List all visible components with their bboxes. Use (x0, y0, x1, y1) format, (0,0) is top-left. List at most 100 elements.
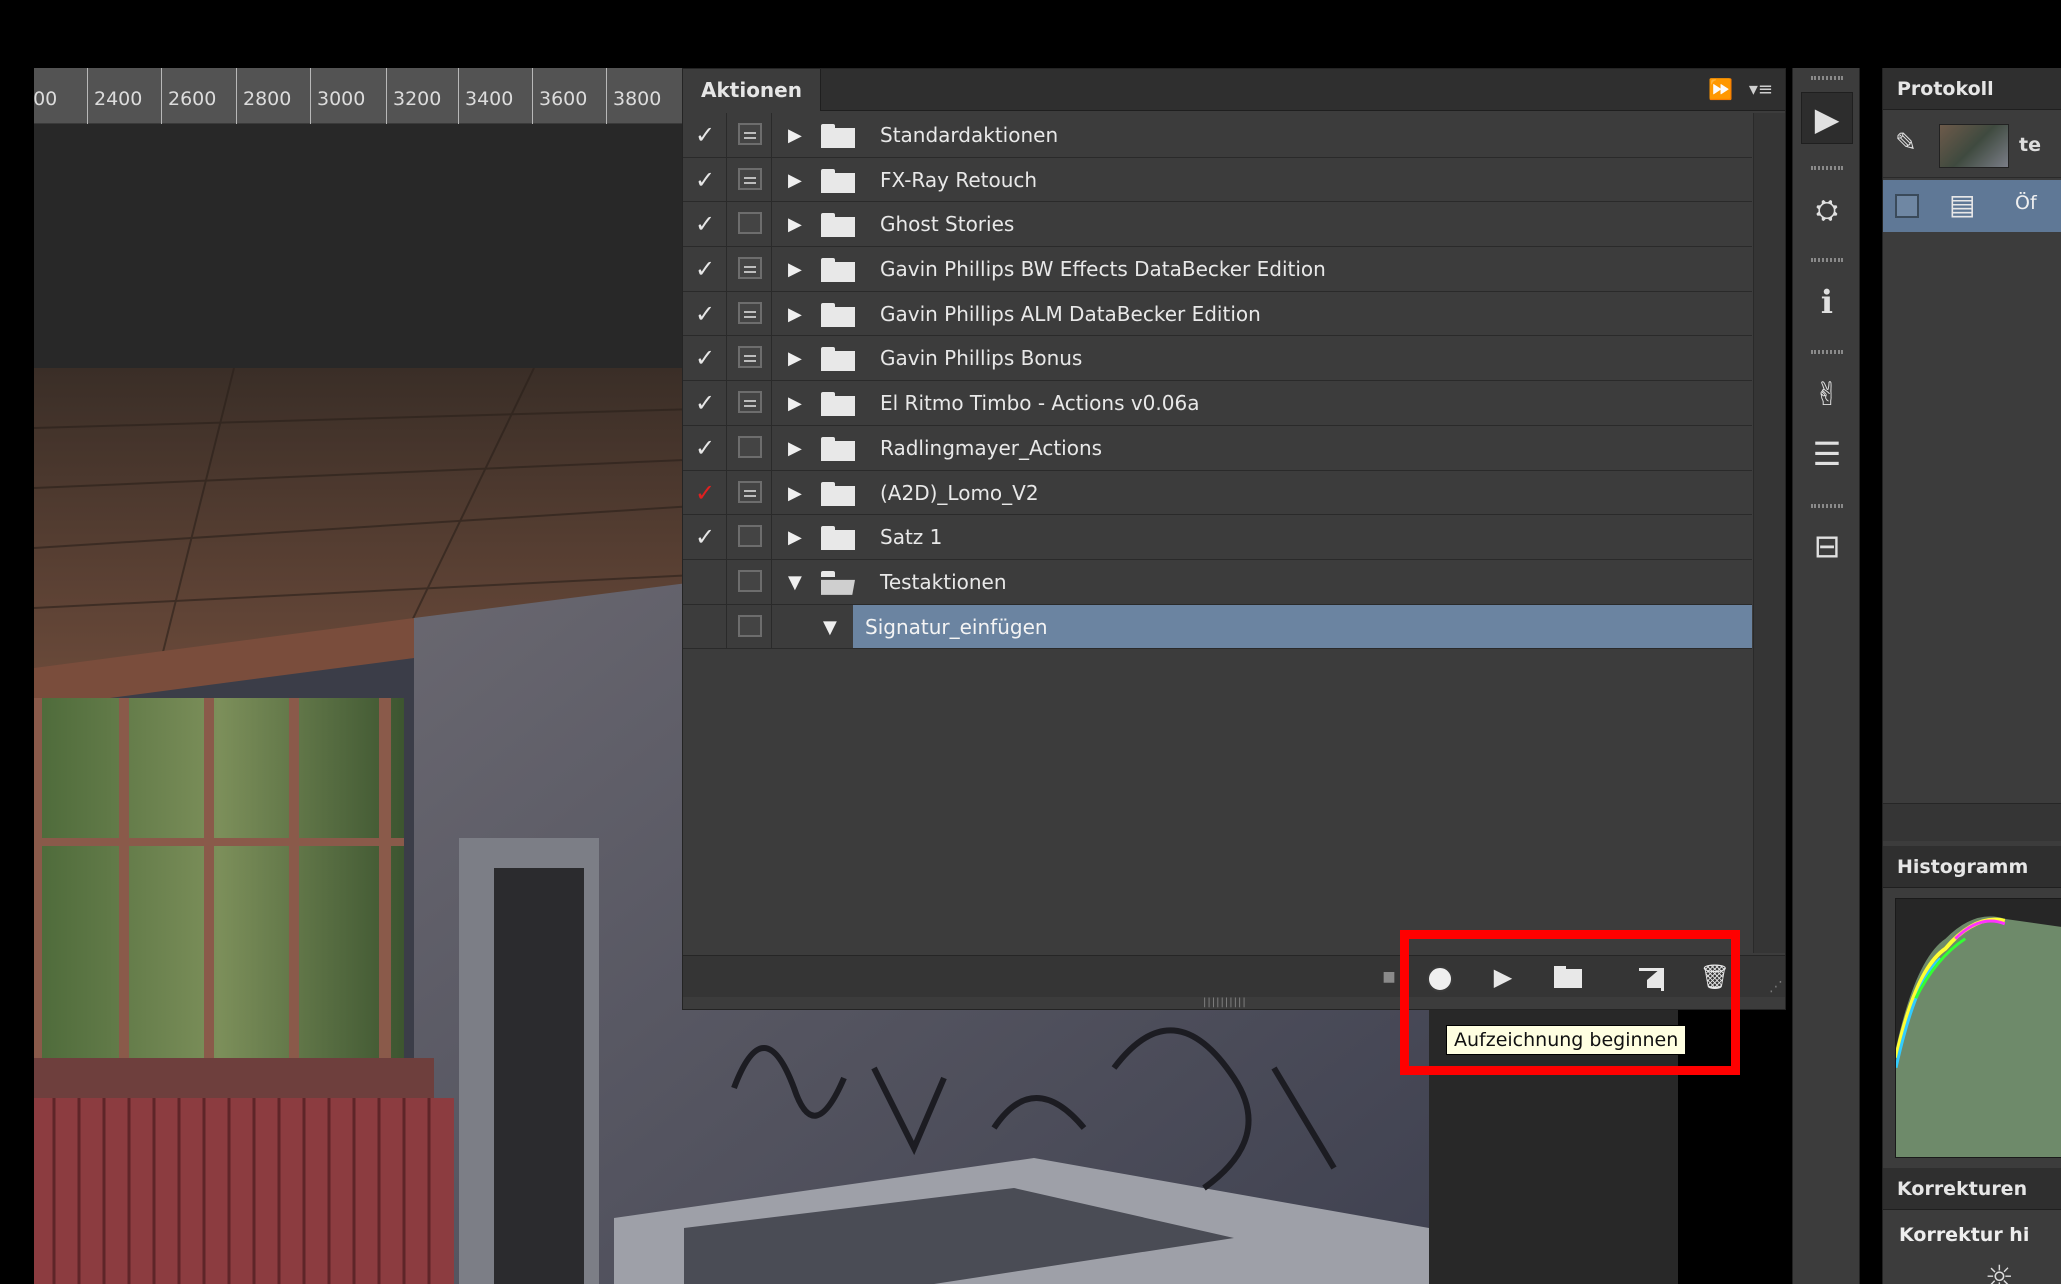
toggle-item-column[interactable]: ✓ (683, 336, 727, 381)
action-row[interactable]: ✓ ▶ Ghost Stories (683, 202, 1752, 248)
dialog-toggle-icon[interactable] (738, 257, 762, 280)
tab-histogramm[interactable]: Histogramm (1883, 846, 2061, 888)
play-icon[interactable]: ▶ (1487, 962, 1519, 992)
action-row[interactable]: ✓ ▶ FX-Ray Retouch (683, 157, 1752, 203)
toggle-item-column[interactable]: ✓ (683, 381, 727, 425)
dock-grip[interactable] (1811, 504, 1843, 508)
dialog-toggle-icon[interactable] (738, 123, 762, 145)
triangle-down-icon[interactable]: ▼ (788, 572, 802, 593)
toggle-item-column[interactable]: ✓ (683, 247, 727, 291)
toggle-item-column[interactable]: ✓ (683, 425, 727, 470)
clone-source-icon[interactable]: ⊟ (1801, 520, 1853, 572)
triangle-right-icon[interactable]: ▶ (788, 483, 802, 504)
record-icon[interactable] (1421, 962, 1453, 992)
adjustments-icon[interactable]: ☰ (1801, 428, 1853, 480)
trash-icon[interactable]: 🗑 (1699, 962, 1731, 992)
toggle-dialog-column[interactable] (728, 470, 772, 515)
toggle-dialog-column[interactable] (728, 425, 772, 470)
triangle-right-icon[interactable]: ▶ (788, 348, 802, 369)
dialog-toggle-icon[interactable] (738, 346, 762, 369)
triangle-right-icon[interactable]: ▶ (788, 304, 802, 325)
history-state-row[interactable]: ▤ Öf (1883, 180, 2061, 232)
resize-grip-icon[interactable]: ⋰ (1769, 979, 1783, 995)
checkmark-icon[interactable]: ✓ (695, 166, 715, 194)
toggle-dialog-column[interactable] (728, 247, 772, 291)
new-item-icon[interactable] (1633, 962, 1665, 992)
toggle-item-column[interactable]: ✓ (683, 157, 727, 202)
action-row[interactable]: ✓ ▶ (A2D)_Lomo_V2 (683, 470, 1752, 516)
stop-icon[interactable]: ■ (1373, 962, 1405, 992)
checkmark-icon[interactable]: ✓ (695, 255, 715, 283)
checkmark-icon[interactable]: ✓ (695, 344, 715, 372)
checkmark-icon[interactable]: ✓ (695, 434, 715, 462)
history-source-checkbox[interactable] (1895, 194, 1919, 218)
dialog-toggle-icon[interactable] (738, 569, 762, 592)
action-row[interactable]: ▼ Testaktionen (683, 559, 1752, 605)
toggle-dialog-column[interactable] (728, 515, 772, 559)
action-row[interactable]: ✓ ▶ Gavin Phillips BW Effects DataBecker E… (683, 247, 1752, 292)
toggle-item-column[interactable]: ✓ (683, 202, 727, 247)
action-row[interactable]: ✓ ▶ Gavin Phillips ALM DataBecker Edition (683, 291, 1752, 337)
toggle-item-column[interactable] (683, 559, 727, 604)
triangle-right-icon[interactable]: ▶ (788, 214, 802, 235)
checkmark-icon[interactable]: ✓ (695, 389, 715, 417)
triangle-right-icon[interactable]: ▶ (788, 259, 802, 280)
triangle-right-icon[interactable]: ▶ (788, 438, 802, 459)
brightness-icon[interactable]: ☼ (1985, 1258, 2014, 1284)
checkmark-icon[interactable]: ✓ (695, 479, 715, 507)
dialog-toggle-icon[interactable] (738, 614, 762, 637)
checkmark-icon[interactable]: ✓ (695, 523, 715, 551)
action-row[interactable]: ✓ ▶ Gavin Phillips Bonus (683, 336, 1752, 382)
dialog-toggle-icon[interactable] (738, 167, 762, 190)
history-brush-icon[interactable]: ✎ (1895, 128, 1917, 158)
toggle-item-column[interactable] (683, 604, 727, 649)
brush-preset-icon[interactable]: ✌ (1801, 368, 1853, 420)
triangle-right-icon[interactable]: ▶ (788, 527, 802, 548)
toggle-item-column[interactable]: ✓ (683, 291, 727, 336)
tab-protokoll[interactable]: Protokoll (1883, 68, 2061, 110)
dialog-toggle-icon[interactable] (738, 480, 762, 503)
action-list-scrollbar[interactable] (1753, 113, 1785, 953)
toggle-dialog-column[interactable] (728, 113, 772, 157)
checkmark-icon[interactable]: ✓ (695, 300, 715, 328)
dock-grip[interactable] (1811, 76, 1843, 80)
toggle-dialog-column[interactable] (728, 381, 772, 425)
dock-grip[interactable] (1811, 350, 1843, 354)
action-row[interactable]: ✓ ▶ Satz 1 (683, 515, 1752, 560)
tab-korrekturen[interactable]: Korrekturen (1883, 1168, 2061, 1210)
toggle-dialog-column[interactable] (728, 559, 772, 604)
toggle-dialog-column[interactable] (728, 157, 772, 202)
triangle-right-icon[interactable]: ▶ (788, 125, 802, 146)
toggle-item-column[interactable]: ✓ (683, 470, 727, 515)
triangle-down-icon[interactable]: ▼ (823, 617, 837, 638)
3d-icon[interactable]: ⛭ (1801, 184, 1853, 236)
dialog-toggle-icon[interactable] (738, 301, 762, 324)
triangle-right-icon[interactable]: ▶ (788, 393, 802, 414)
checkmark-icon[interactable]: ✓ (695, 121, 715, 149)
toggle-item-column[interactable]: ✓ (683, 113, 727, 157)
toggle-dialog-column[interactable] (728, 202, 772, 247)
double-chevron-right-icon[interactable]: ⏩ (1708, 77, 1733, 101)
action-row[interactable]: ✓ ▶ Standardaktionen (683, 113, 1752, 158)
action-row[interactable]: ✓ ▶ El Ritmo Timbo - Actions v0.06a (683, 381, 1752, 426)
info-icon[interactable]: ℹ (1801, 276, 1853, 328)
toggle-dialog-column[interactable] (728, 336, 772, 381)
checkmark-icon[interactable]: ✓ (695, 210, 715, 238)
toggle-dialog-column[interactable] (728, 291, 772, 336)
dialog-toggle-icon[interactable] (738, 435, 762, 458)
history-snapshot-row[interactable]: ✎ te (1883, 112, 2061, 178)
action-row[interactable]: ▼ Signatur_einfügen (683, 604, 1752, 650)
dock-grip[interactable] (1811, 166, 1843, 170)
triangle-right-icon[interactable]: ▶ (788, 170, 802, 191)
toggle-dialog-column[interactable] (728, 604, 772, 649)
dock-grip[interactable] (1811, 258, 1843, 262)
toggle-item-column[interactable]: ✓ (683, 515, 727, 559)
panel-resize-handle[interactable]: |||||||||| (1203, 997, 1247, 1008)
panel-menu-icon[interactable]: ▾≡ (1749, 79, 1773, 100)
folder-icon[interactable] (1551, 962, 1583, 992)
action-row[interactable]: ✓ ▶ Radlingmayer_Actions (683, 425, 1752, 471)
dialog-toggle-icon[interactable] (738, 525, 762, 548)
play-icon[interactable]: ▶ (1801, 92, 1853, 144)
dialog-toggle-icon[interactable] (738, 391, 762, 414)
dialog-toggle-icon[interactable] (738, 212, 762, 235)
